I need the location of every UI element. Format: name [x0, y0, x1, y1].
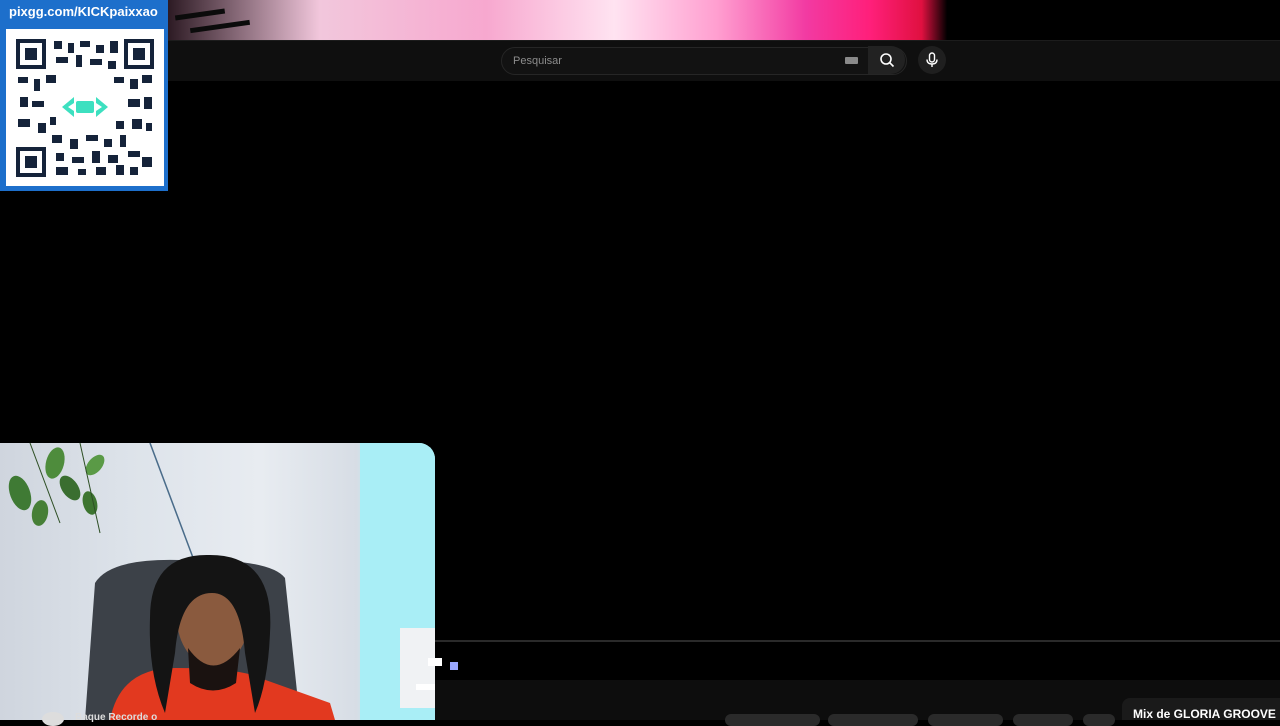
filter-chip[interactable] [828, 714, 918, 726]
qr-code-icon [16, 39, 154, 177]
filter-chip[interactable] [1083, 714, 1115, 726]
search-input[interactable] [511, 51, 835, 71]
filter-chip[interactable] [1013, 714, 1073, 726]
video-progress-track[interactable] [435, 640, 1280, 642]
banner-streak [174, 8, 226, 21]
search-icon [879, 53, 894, 68]
plant-leaves [8, 443, 105, 534]
channel-label[interactable]: Baque Recorde o [75, 712, 157, 723]
avatar[interactable] [42, 712, 64, 726]
qr-code-box [6, 29, 164, 186]
mix-title[interactable]: Mix de GLORIA GROOVE [1133, 707, 1280, 721]
search-button[interactable] [868, 46, 905, 74]
donation-url: pixgg.com/KICKpaixxao [9, 4, 158, 19]
stream-banner-art [0, 0, 1280, 40]
mic-icon [926, 52, 938, 67]
donation-qr-panel: pixgg.com/KICKpaixxao [0, 0, 168, 191]
filter-chip[interactable] [928, 714, 1003, 726]
webcam-overlay [0, 443, 435, 720]
banner-streak [189, 19, 251, 34]
voice-search-button[interactable] [918, 46, 946, 74]
keyboard-icon[interactable] [845, 57, 858, 64]
filter-chip[interactable] [725, 714, 820, 726]
glitch-artifact [450, 662, 458, 670]
glitch-artifact [428, 658, 442, 666]
webcam-scene [8, 443, 435, 720]
glitch-artifact [416, 684, 436, 690]
